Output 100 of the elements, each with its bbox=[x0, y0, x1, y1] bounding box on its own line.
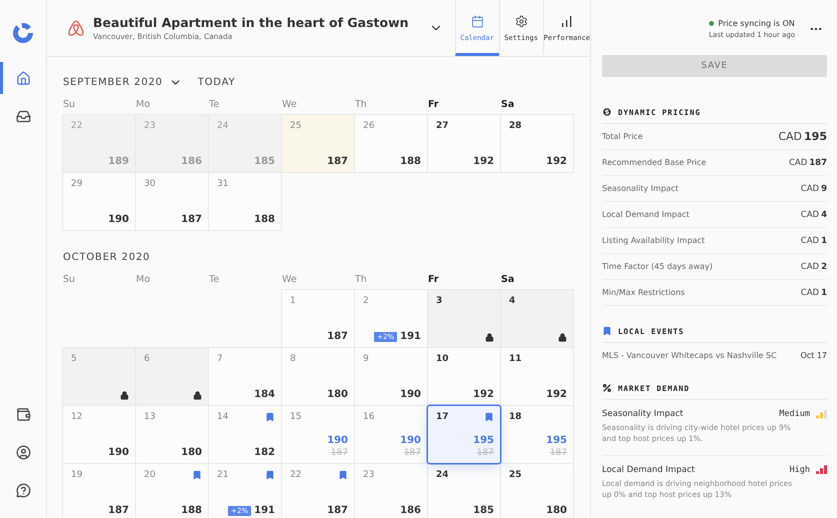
day-number: 24 bbox=[217, 121, 228, 131]
brand-logo-icon bbox=[67, 18, 85, 38]
bookmark-icon bbox=[602, 326, 612, 336]
day-price: 180 bbox=[546, 505, 567, 516]
price-value: CAD 187 bbox=[788, 158, 827, 168]
user-icon bbox=[16, 444, 30, 460]
day-number: 24 bbox=[436, 470, 449, 480]
day-number: 21 bbox=[217, 470, 228, 480]
listing-title: Beautiful Apartment in the heart of Gastown bbox=[93, 15, 409, 30]
price-label: Local Demand Impact bbox=[602, 210, 690, 219]
old-price: 187 bbox=[404, 448, 421, 458]
bar-chart-icon bbox=[560, 14, 574, 28]
day-number: 5 bbox=[71, 354, 77, 364]
old-price: 187 bbox=[550, 448, 567, 458]
day-number: 23 bbox=[144, 121, 156, 131]
day-price: 195 bbox=[546, 435, 567, 446]
day-price: 185 bbox=[254, 156, 275, 167]
price-label: Listing Availability Impact bbox=[602, 236, 705, 245]
day-number: 12 bbox=[71, 412, 82, 422]
day-number: 13 bbox=[144, 412, 156, 422]
day-number: 9 bbox=[363, 354, 369, 364]
weekday-label: Su bbox=[63, 99, 76, 112]
price-value: CAD 1 bbox=[800, 288, 827, 298]
day-price: 190 bbox=[108, 447, 129, 458]
day-number: 7 bbox=[217, 354, 223, 364]
day-price: 190 bbox=[327, 435, 348, 446]
price-label: Min/Max Restrictions bbox=[602, 288, 685, 297]
day-price: 187 bbox=[327, 331, 348, 342]
today-button[interactable]: TODAY bbox=[198, 76, 236, 88]
day-price: 195 bbox=[473, 435, 494, 446]
day-price: 190 bbox=[400, 435, 421, 446]
price-value: CAD 195 bbox=[778, 130, 827, 143]
lock-icon bbox=[558, 333, 567, 342]
demand-rating: High bbox=[790, 464, 810, 475]
dollar-circle-icon bbox=[602, 107, 612, 117]
weekday-label: Su bbox=[63, 274, 76, 287]
day-number: 20 bbox=[144, 470, 156, 480]
percent-icon bbox=[602, 383, 612, 393]
day-price: 192 bbox=[473, 389, 494, 400]
day-price: 190 bbox=[400, 389, 421, 400]
weekday-label: Mo bbox=[136, 99, 152, 112]
sync-status: Price syncing is ON bbox=[718, 18, 795, 28]
weekday-label: Fr bbox=[428, 99, 440, 112]
price-label: Total Price bbox=[602, 132, 643, 141]
weekday-label: Th bbox=[355, 99, 368, 112]
day-number: 11 bbox=[509, 354, 522, 364]
wallet-icon bbox=[16, 406, 30, 422]
day-number: 3 bbox=[436, 296, 442, 306]
inbox-icon bbox=[16, 108, 30, 124]
day-number: 26 bbox=[363, 121, 374, 131]
day-number: 18 bbox=[509, 412, 522, 422]
day-number: 10 bbox=[436, 354, 449, 364]
day-number: 30 bbox=[144, 179, 156, 189]
help-chat-icon bbox=[16, 482, 30, 498]
day-price: 192 bbox=[546, 389, 567, 400]
day-cell[interactable]: 4 bbox=[501, 290, 573, 347]
demand-label: Local Demand Impact bbox=[602, 464, 695, 475]
weekday-label: Sa bbox=[501, 274, 516, 287]
lock-icon bbox=[120, 391, 129, 400]
day-price: 180 bbox=[327, 389, 348, 400]
day-number: 14 bbox=[217, 412, 228, 422]
day-price: 187 bbox=[181, 214, 202, 225]
lock-icon bbox=[485, 333, 494, 342]
price-value: CAD 2 bbox=[800, 262, 827, 272]
day-price: 185 bbox=[473, 505, 494, 516]
price-label: Time Factor (45 days away) bbox=[602, 262, 713, 271]
home-icon bbox=[16, 70, 30, 86]
old-price: 187 bbox=[330, 448, 348, 458]
settings-icon bbox=[514, 14, 528, 28]
day-number: 2 bbox=[363, 296, 369, 306]
price-label: Seasonality Impact bbox=[602, 184, 678, 193]
weekday-label: Te bbox=[209, 99, 220, 112]
month-title: OCTOBER 2020 bbox=[63, 252, 150, 262]
event-name: MLS - Vancouver Whitecaps vs Nashville SC bbox=[602, 350, 777, 360]
price-value: CAD 4 bbox=[800, 210, 827, 220]
price-value: CAD 9 bbox=[800, 184, 827, 194]
day-price: 187 bbox=[327, 505, 348, 516]
weekday-label: Sa bbox=[501, 99, 516, 112]
day-cell[interactable]: 17 195 187 bbox=[428, 406, 500, 463]
day-number: 31 bbox=[217, 179, 228, 189]
day-cell[interactable]: 25 187 bbox=[282, 115, 354, 172]
day-price: 189 bbox=[108, 156, 129, 167]
event-date: Oct 17 bbox=[800, 350, 827, 360]
day-price: 182 bbox=[254, 447, 275, 458]
day-price: 188 bbox=[181, 505, 202, 516]
weekday-label: We bbox=[282, 99, 298, 112]
weekday-label: We bbox=[282, 274, 298, 287]
day-number: 6 bbox=[144, 354, 150, 364]
day-cell[interactable]: 3 bbox=[428, 290, 500, 347]
day-price: 188 bbox=[254, 214, 275, 225]
weekday-label: Th bbox=[355, 274, 368, 287]
weekday-label: Fr bbox=[428, 274, 440, 287]
old-price: 187 bbox=[476, 448, 494, 458]
day-number: 25 bbox=[509, 470, 522, 480]
weekday-label: Te bbox=[209, 274, 220, 287]
day-number: 17 bbox=[436, 412, 449, 422]
day-number: 19 bbox=[71, 470, 82, 480]
demand-rating: Medium bbox=[779, 409, 810, 419]
day-number: 22 bbox=[290, 470, 302, 480]
day-price: 191 bbox=[400, 331, 421, 342]
